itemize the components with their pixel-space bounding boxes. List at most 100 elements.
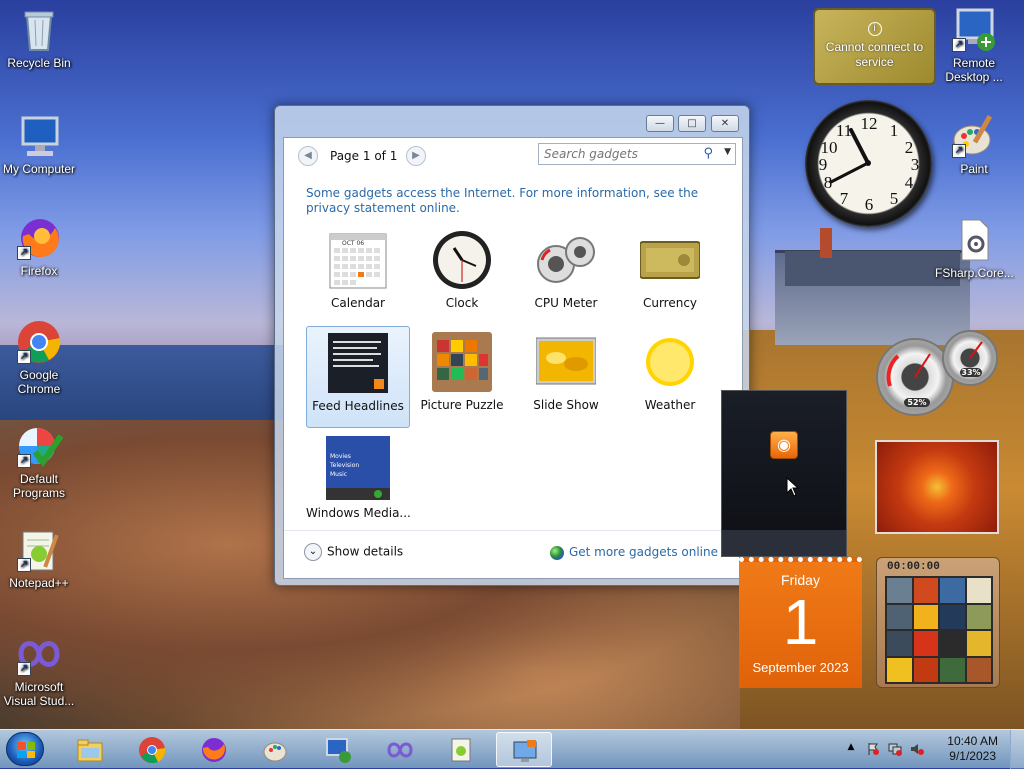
gadget-currency[interactable]: Currency (618, 224, 722, 326)
show-details-label: Show details (327, 544, 404, 559)
desktop-icon-remote-desktop[interactable]: ↗ Remote Desktop ... (935, 6, 1013, 84)
visual-studio-icon (386, 736, 414, 764)
taskbar-paint[interactable] (248, 732, 304, 767)
visual-studio-icon: ↗ (15, 630, 63, 678)
desktop-icon-label: Microsoft Visual Stud... (3, 680, 75, 708)
next-page-button[interactable]: ▶ (406, 146, 426, 166)
taskbar-chrome[interactable] (124, 732, 180, 767)
taskbar-gadgets[interactable] (496, 732, 552, 767)
currency-thumbnail (639, 230, 701, 290)
default-programs-icon: ↗ (15, 422, 64, 470)
gadget-label: Feed Headlines (312, 399, 404, 413)
memory-percent: 33% (960, 368, 982, 377)
gadget-gallery-window: — □ ✕ ◀ Page 1 of 1 ▶ ⚲ ▼ Some gadgets a… (274, 105, 750, 586)
calendar-gadget[interactable]: Friday 1 September 2023 (739, 557, 862, 688)
desktop-icon-default-programs[interactable]: ↗ Default Programs (0, 422, 78, 500)
show-desktop-button[interactable] (1010, 730, 1024, 769)
show-details-toggle[interactable]: ⌄ Show details (304, 543, 403, 561)
gadget-cpu-meter[interactable]: CPU Meter (514, 224, 618, 326)
picture-puzzle-gadget[interactable]: 00:00:00 (876, 557, 1000, 688)
maximize-button[interactable]: □ (678, 115, 706, 132)
calendar-thumbnail-month: OCT 06 (342, 240, 365, 247)
gadget-feed-headlines[interactable]: Feed Headlines (306, 326, 410, 428)
feed-headlines-gadget[interactable]: ◉ (721, 390, 847, 557)
desktop-icon-paint[interactable]: ↗ Paint (935, 112, 1013, 176)
taskbar-notepadpp[interactable] (434, 732, 490, 767)
gadget-label: Windows Media... (306, 506, 410, 520)
calendar-thumbnail: OCT 06 (328, 230, 388, 290)
page-label: Page 1 of 1 (330, 149, 398, 163)
start-button[interactable] (6, 732, 44, 766)
wmc-thumbnail-line: Music (330, 471, 348, 478)
desktop-icon-label: Remote Desktop ... (945, 56, 1003, 84)
taskbar-explorer[interactable] (62, 732, 118, 767)
get-more-gadgets-link[interactable]: Get more gadgets online (549, 545, 718, 560)
desktop-icon-fsharp-core[interactable]: FSharp.Core... (935, 216, 1014, 280)
gadget-weather[interactable]: Weather (618, 326, 722, 428)
cpu-percent: 52% (904, 398, 930, 407)
gadget-clock[interactable]: Clock (410, 224, 514, 326)
info-icon: i (867, 22, 882, 36)
action-center-flag-icon[interactable] (866, 742, 880, 756)
clock-gadget[interactable]: 12 1 2 3 4 5 6 7 8 9 10 11 (805, 100, 932, 227)
show-hidden-icons-button[interactable]: ▲ (844, 742, 858, 756)
firefox-icon (200, 736, 228, 764)
currency-gadget[interactable]: i Cannot connect to service (813, 8, 936, 85)
clock-area[interactable]: 10:40 AM 9/1/2023 (947, 734, 998, 764)
gadget-windows-media-center[interactable]: Movies Television Music Windows Media... (306, 430, 410, 532)
desktop-icon-recycle-bin[interactable]: Recycle Bin (0, 6, 78, 70)
taskbar-firefox[interactable] (186, 732, 242, 767)
close-button[interactable]: ✕ (711, 115, 739, 132)
desktop-icon-label: Firefox (20, 264, 58, 278)
gadget-label: Slide Show (533, 398, 599, 412)
gallery-toolbar: ◀ Page 1 of 1 ▶ ⚲ ▼ (284, 138, 742, 174)
currency-status-text: Cannot connect to service (825, 40, 924, 69)
slide-show-gadget[interactable] (875, 440, 999, 534)
remote-desktop-icon: ↗ (950, 6, 998, 54)
get-more-gadgets-label: Get more gadgets online (568, 545, 718, 559)
folder-icon (76, 736, 104, 764)
gadget-label: CPU Meter (534, 296, 598, 310)
network-icon[interactable] (888, 742, 902, 756)
previous-page-button[interactable]: ◀ (298, 146, 318, 166)
gallery-footer: ⌄ Show details Get more gadgets online (284, 530, 742, 578)
desktop-icon-firefox[interactable]: ↗ Firefox (0, 214, 78, 278)
gadget-label: Clock (445, 296, 479, 310)
recycle-bin-icon (15, 6, 63, 54)
puzzle-grid[interactable] (885, 576, 993, 684)
cpu-meter-gadget[interactable]: 52% 33% (872, 330, 1002, 420)
desktop-icon-visual-studio[interactable]: ↗ Microsoft Visual Stud... (0, 630, 78, 708)
gadget-calendar[interactable]: OCT 06 Calendar (306, 224, 410, 326)
privacy-info-link[interactable]: Some gadgets access the Internet. For mo… (306, 186, 716, 216)
tray-time: 10:40 AM (947, 734, 998, 748)
windows-logo-icon (17, 742, 35, 758)
remote-desktop-icon (324, 736, 352, 764)
minimize-button[interactable]: — (646, 115, 674, 132)
gadget-slide-show[interactable]: Slide Show (514, 326, 618, 428)
puzzle-timer: 00:00:00 (887, 561, 940, 573)
desktop-icon-label: Paint (960, 162, 988, 176)
search-input[interactable] (539, 144, 689, 164)
gadgets-icon (511, 737, 539, 765)
volume-muted-icon[interactable] (910, 742, 924, 756)
clock-thumbnail (432, 230, 492, 290)
taskbar-visual-studio[interactable] (372, 732, 428, 767)
search-icon[interactable]: ⚲ (703, 146, 713, 161)
calendar-day: 1 (782, 586, 819, 658)
file-gear-icon (950, 216, 998, 264)
globe-icon (549, 545, 564, 560)
notepadpp-icon (448, 736, 476, 764)
taskbar: ▲ 10:40 AM 9/1/2023 (0, 729, 1024, 769)
taskbar-remote-desktop[interactable] (310, 732, 366, 767)
desktop-icon-label: Google Chrome (17, 368, 61, 396)
desktop-icon-label: Notepad++ (9, 576, 69, 590)
desktop-icon-notepadpp[interactable]: ↗ Notepad++ (0, 526, 78, 590)
wmc-thumbnail-line: Movies (330, 453, 351, 460)
chevron-down-icon[interactable]: ▼ (724, 147, 731, 157)
desktop-icon-my-computer[interactable]: My Computer (0, 112, 78, 176)
calendar-month-year: September 2023 (752, 660, 849, 675)
gadget-picture-puzzle[interactable]: Picture Puzzle (410, 326, 514, 428)
desktop-icon-chrome[interactable]: ↗ Google Chrome (0, 318, 78, 396)
search-box[interactable]: ⚲ ▼ (538, 143, 736, 165)
gadget-label: Calendar (331, 296, 385, 310)
